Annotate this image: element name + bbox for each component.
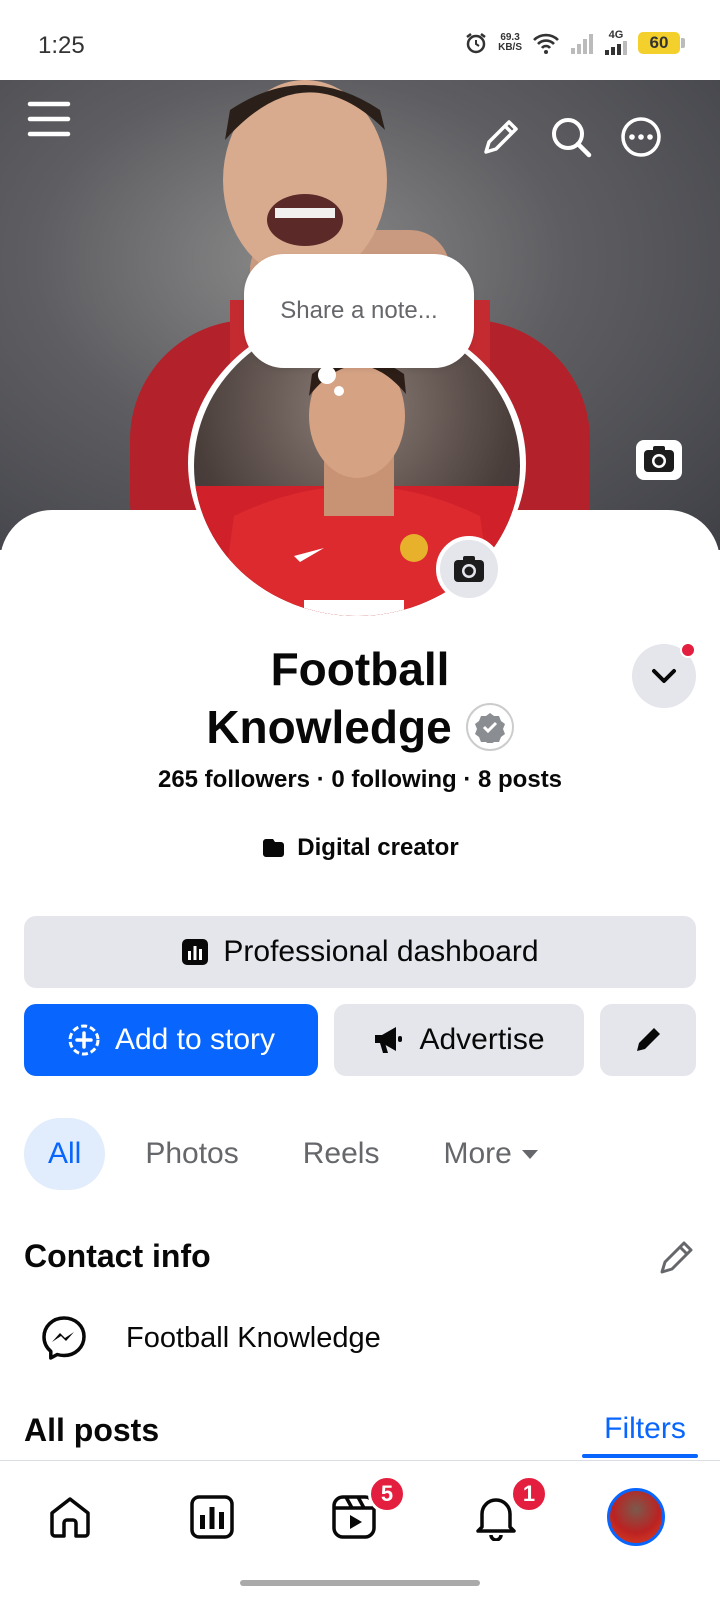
signal-4g: 4G — [604, 30, 628, 55]
nav-dashboard[interactable] — [182, 1487, 242, 1547]
menu-icon[interactable] — [26, 96, 72, 142]
filters-underline — [582, 1454, 698, 1458]
contact-messenger-row[interactable]: Football Knowledge — [40, 1314, 381, 1362]
profile-stats[interactable]: 265 followers · 0 following · 8 posts — [0, 766, 720, 794]
category-label: Digital creator — [297, 834, 459, 861]
dashboard-icon — [182, 939, 209, 965]
camera-icon — [454, 556, 484, 582]
profile-nav-avatar — [607, 1488, 665, 1546]
messenger-name: Football Knowledge — [126, 1321, 381, 1354]
all-posts-heading: All posts — [24, 1412, 160, 1448]
add-story-icon — [68, 1024, 100, 1056]
battery-indicator: 60 — [638, 31, 685, 54]
home-indicator[interactable] — [240, 1580, 480, 1586]
edit-contact-icon[interactable] — [656, 1238, 696, 1278]
alarm-icon — [466, 32, 486, 53]
nav-reels[interactable]: 5 — [324, 1475, 406, 1547]
tab-all[interactable]: All — [24, 1118, 106, 1190]
tab-photos[interactable]: Photos — [121, 1118, 262, 1190]
caret-down-icon — [521, 1150, 538, 1159]
dashboard-nav-icon — [190, 1495, 234, 1539]
edit-pencil-icon[interactable] — [478, 114, 524, 160]
status-bar: 1:25 69.3 KB/S 4G 60 — [0, 0, 720, 80]
professional-dashboard-button[interactable]: Professional dashboard — [24, 916, 696, 988]
profile-tabs: All Photos Reels More — [24, 1118, 580, 1190]
contact-info-heading: Contact info — [24, 1238, 211, 1274]
wifi-icon — [533, 33, 559, 54]
bottom-navigation: 5 1 — [0, 1460, 720, 1600]
network-speed: 69.3 KB/S — [498, 31, 522, 53]
tab-more[interactable]: More — [419, 1118, 563, 1190]
note-placeholder: Share a note... — [280, 297, 438, 324]
note-bubble-tail — [318, 366, 336, 384]
status-icons: 69.3 KB/S 4G 60 — [464, 30, 685, 55]
profile-name-line1: Football — [270, 643, 450, 695]
signal-weak-icon — [571, 33, 593, 54]
notifications-badge: 1 — [510, 1475, 548, 1513]
nav-notifications[interactable]: 1 — [466, 1475, 548, 1547]
profile-category: Digital creator — [0, 834, 720, 862]
status-time: 1:25 — [38, 32, 85, 59]
more-options-icon[interactable] — [618, 114, 664, 160]
category-icon — [263, 839, 285, 857]
notification-dot — [680, 642, 696, 658]
dashboard-label: Professional dashboard — [223, 935, 539, 968]
edit-profile-button[interactable] — [600, 1004, 696, 1076]
search-icon[interactable] — [548, 114, 594, 160]
pencil-icon — [637, 1028, 660, 1051]
signal-icon — [605, 41, 627, 55]
nav-profile[interactable] — [606, 1487, 666, 1547]
tab-reels[interactable]: Reels — [279, 1118, 404, 1190]
advertise-label: Advertise — [419, 1023, 545, 1056]
advertise-button[interactable]: Advertise — [334, 1004, 584, 1076]
megaphone-icon — [375, 1027, 403, 1053]
home-icon — [50, 1497, 90, 1538]
share-note-bubble[interactable]: Share a note... — [244, 254, 474, 368]
camera-icon — [644, 446, 674, 472]
messenger-icon — [42, 1316, 86, 1360]
nav-home[interactable] — [40, 1487, 100, 1547]
avatar-camera-button[interactable] — [436, 536, 502, 602]
add-to-story-button[interactable]: Add to story — [24, 1004, 318, 1076]
reels-badge: 5 — [368, 1475, 406, 1513]
cover-camera-button[interactable] — [636, 440, 682, 480]
filters-button[interactable]: Filters — [590, 1412, 700, 1446]
add-to-story-label: Add to story — [114, 1023, 276, 1056]
profile-name: Football Knowledge — [0, 640, 720, 756]
verified-badge-icon[interactable] — [465, 703, 514, 751]
note-bubble-tail-small — [334, 386, 344, 396]
profile-name-line2-wrap: Knowledge — [206, 698, 514, 756]
profile-name-line2: Knowledge — [206, 701, 452, 753]
